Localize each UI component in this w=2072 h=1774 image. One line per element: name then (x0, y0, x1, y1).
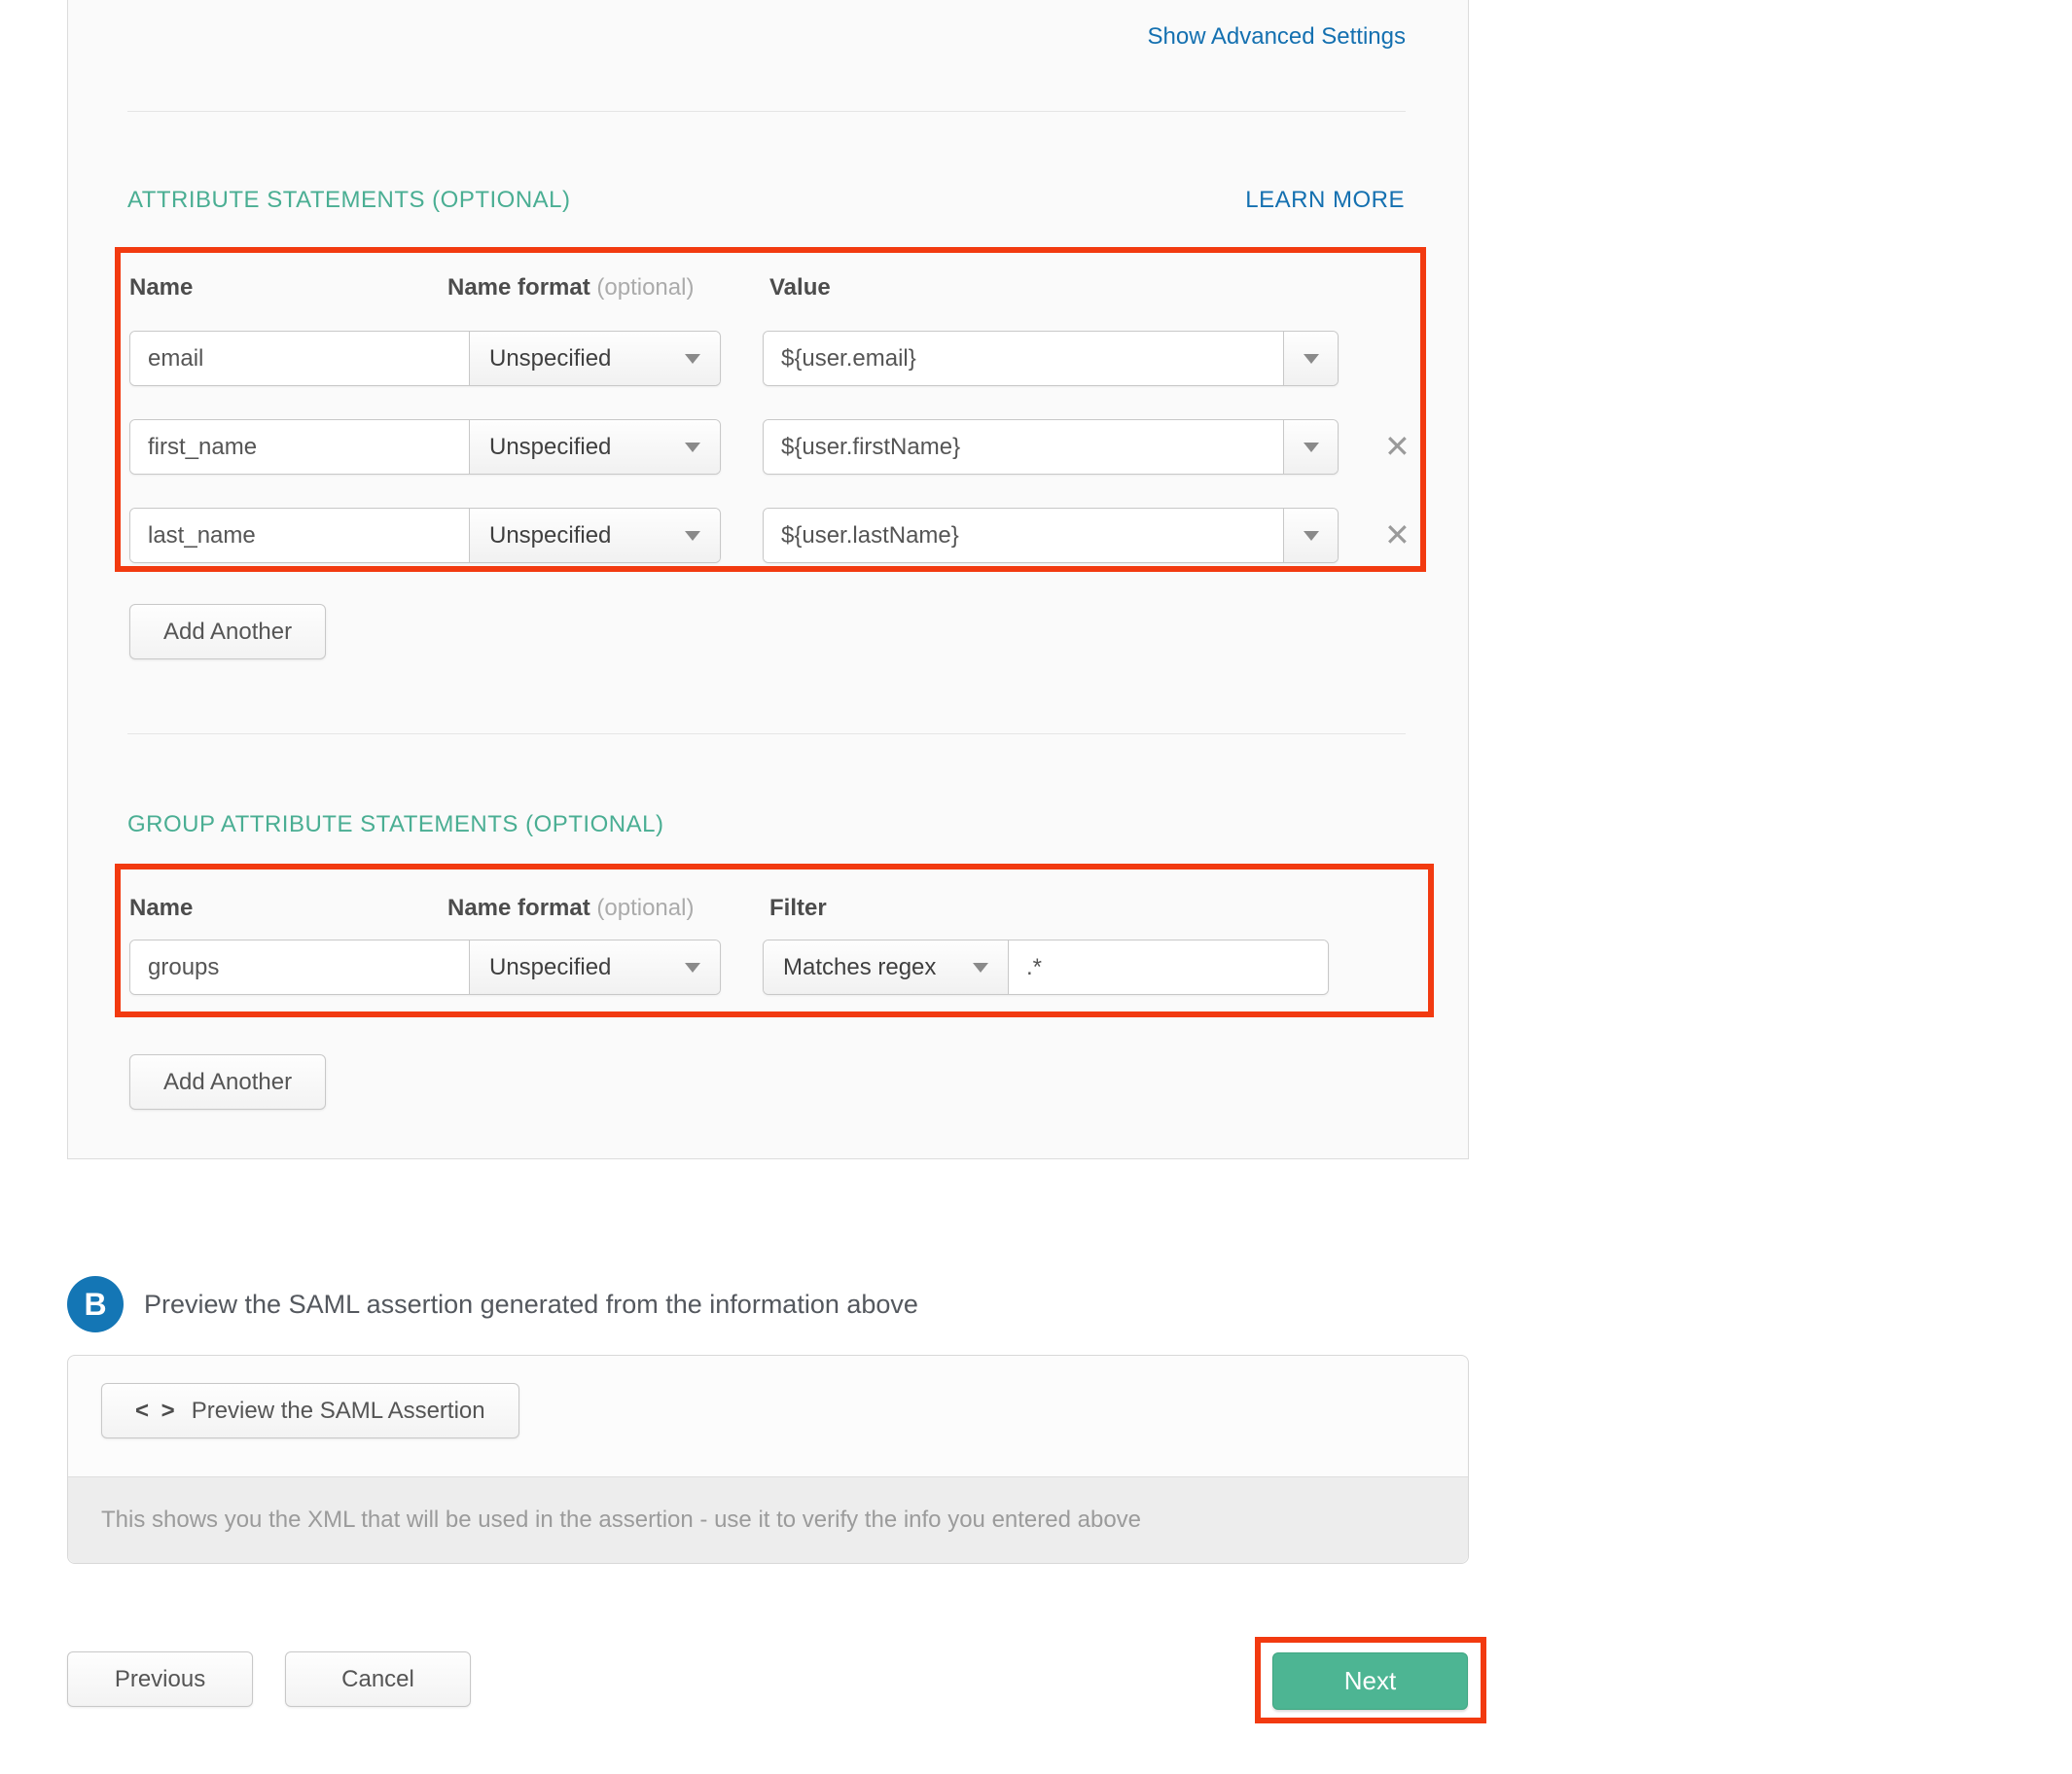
divider (127, 111, 1406, 112)
chevron-down-icon (1304, 354, 1319, 364)
preview-assertion-panel: < > Preview the SAML Assertion This show… (67, 1355, 1469, 1564)
attribute-statements-heading: ATTRIBUTE STATEMENTS (OPTIONAL) (127, 187, 571, 214)
group-name-format-selected-value: Unspecified (489, 954, 611, 981)
saml-settings-panel: Show Advanced Settings ATTRIBUTE STATEME… (67, 0, 1469, 1159)
group-name-combo: Unspecified (129, 940, 721, 995)
divider (127, 733, 1406, 734)
code-icon: < > (135, 1398, 178, 1425)
attribute-value-combo (763, 508, 1339, 563)
group-column-header-name-format-label: Name format (447, 895, 590, 921)
preview-note-text: This shows you the XML that will be used… (101, 1507, 1141, 1534)
group-attribute-statements-heading: GROUP ATTRIBUTE STATEMENTS (OPTIONAL) (127, 811, 663, 838)
preview-saml-assertion-button[interactable]: < > Preview the SAML Assertion (101, 1383, 519, 1438)
value-dropdown-button[interactable] (1283, 420, 1338, 474)
group-column-header-optional-note: (optional) (596, 895, 694, 921)
add-another-group-attribute-button[interactable]: Add Another (129, 1054, 326, 1110)
chevron-down-icon (973, 963, 988, 973)
attribute-value-input[interactable] (764, 420, 1283, 474)
name-format-selected-value: Unspecified (489, 434, 611, 461)
chevron-down-icon (685, 443, 700, 452)
filter-type-select[interactable]: Matches regex (764, 940, 1009, 994)
chevron-down-icon (1304, 443, 1319, 452)
step-b-badge: B (67, 1276, 124, 1332)
attribute-name-input[interactable] (130, 509, 469, 562)
filter-type-selected-value: Matches regex (783, 954, 936, 981)
group-column-header-name: Name (129, 895, 193, 922)
name-format-selected-value: Unspecified (489, 522, 611, 550)
name-format-select[interactable]: Unspecified (469, 509, 720, 562)
attribute-name-combo: Unspecified (129, 419, 721, 475)
saml-settings-page: Show Advanced Settings ATTRIBUTE STATEME… (0, 0, 2072, 1774)
attribute-name-combo: Unspecified (129, 331, 721, 386)
column-header-optional-note: (optional) (596, 274, 694, 301)
attribute-name-input[interactable] (130, 420, 469, 474)
group-filter-combo: Matches regex (763, 940, 1329, 995)
close-icon[interactable]: ✕ (1384, 515, 1411, 554)
group-column-header-name-format: Name format (optional) (447, 895, 694, 922)
column-header-name-format: Name format (optional) (447, 274, 694, 302)
chevron-down-icon (685, 963, 700, 973)
group-name-input[interactable] (130, 940, 469, 994)
chevron-down-icon (685, 354, 700, 364)
attribute-value-input[interactable] (764, 332, 1283, 385)
step-b-title: Preview the SAML assertion generated fro… (144, 1290, 918, 1320)
add-another-attribute-button[interactable]: Add Another (129, 604, 326, 659)
column-header-value: Value (769, 274, 831, 302)
group-column-header-filter: Filter (769, 895, 827, 922)
value-dropdown-button[interactable] (1283, 332, 1338, 385)
name-format-select[interactable]: Unspecified (469, 332, 720, 385)
next-button[interactable]: Next (1272, 1652, 1468, 1710)
attribute-value-input[interactable] (764, 509, 1283, 562)
show-advanced-settings-link[interactable]: Show Advanced Settings (1147, 23, 1406, 51)
previous-button[interactable]: Previous (67, 1651, 253, 1707)
preview-note-footer: This shows you the XML that will be used… (68, 1476, 1468, 1563)
preview-saml-assertion-label: Preview the SAML Assertion (192, 1398, 485, 1425)
value-dropdown-button[interactable] (1283, 509, 1338, 562)
filter-value-input[interactable] (1009, 940, 1328, 994)
close-icon[interactable]: ✕ (1384, 427, 1411, 466)
column-header-name: Name (129, 274, 193, 302)
chevron-down-icon (685, 531, 700, 541)
chevron-down-icon (1304, 531, 1319, 541)
group-name-format-select[interactable]: Unspecified (469, 940, 720, 994)
attribute-value-combo (763, 331, 1339, 386)
learn-more-link[interactable]: LEARN MORE (1245, 187, 1405, 214)
name-format-selected-value: Unspecified (489, 345, 611, 373)
attribute-name-combo: Unspecified (129, 508, 721, 563)
column-header-name-format-label: Name format (447, 274, 590, 301)
attribute-value-combo (763, 419, 1339, 475)
cancel-button[interactable]: Cancel (285, 1651, 471, 1707)
name-format-select[interactable]: Unspecified (469, 420, 720, 474)
attribute-name-input[interactable] (130, 332, 469, 385)
